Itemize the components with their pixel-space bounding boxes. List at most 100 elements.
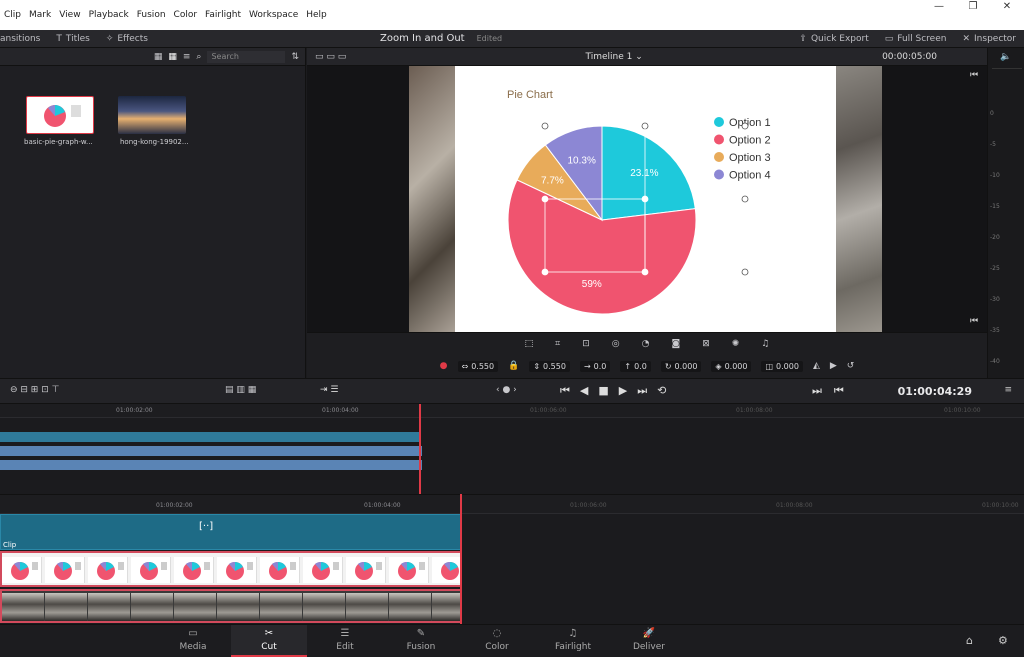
menu-fairlight[interactable]: Fairlight bbox=[201, 10, 245, 20]
titles-label: Titles bbox=[65, 33, 90, 44]
lower-timeline-ruler[interactable]: 01:00:02:00 01:00:04:00 01:00:06:00 01:0… bbox=[0, 494, 1024, 514]
overview-playhead[interactable] bbox=[419, 404, 421, 494]
transform-controls: ● ⇔ 0.550 🔒 ⇕ 0.550 → 0.0 ↑ 0.0 ↻ 0.000 ◈ 0.00… bbox=[307, 354, 987, 378]
zoom-y-field[interactable]: ⇕ 0.550 bbox=[529, 360, 570, 372]
lens-icon[interactable]: ✺ bbox=[732, 339, 740, 349]
dynamic-zoom-icon[interactable]: ⊡ bbox=[582, 339, 590, 349]
menu-mark[interactable]: Mark bbox=[25, 10, 55, 20]
maximize-button[interactable]: ❐ bbox=[956, 0, 990, 14]
overview-clip-bar[interactable] bbox=[0, 432, 420, 442]
menu-clip[interactable]: Clip bbox=[0, 10, 25, 20]
effects-label: Effects bbox=[117, 33, 148, 44]
timeline-view-options-icon[interactable]: ⇥ ☰ bbox=[320, 385, 338, 395]
previous-frame-icon[interactable]: ⏮ bbox=[970, 70, 978, 80]
track-tools-icons[interactable]: ▤ ▥ ▦ bbox=[225, 385, 256, 395]
minimize-button[interactable]: — bbox=[922, 0, 956, 14]
edit-tools-icons[interactable]: ⊖ ⊟ ⊞ ⊡ ⊤ bbox=[10, 385, 59, 395]
filmstrip-frame bbox=[88, 557, 128, 583]
volume-icon[interactable]: 🔈 bbox=[1000, 52, 1011, 62]
crop-icon[interactable]: ⌗ bbox=[555, 339, 560, 349]
menu-view[interactable]: View bbox=[55, 10, 84, 20]
media-clip-hongkong[interactable] bbox=[118, 96, 186, 134]
next-frame-icon[interactable]: ⏮ bbox=[970, 316, 978, 326]
timeline-selector[interactable]: Timeline 1 ⌄ bbox=[586, 52, 643, 62]
viewer-mode-icon[interactable]: ▭ ▭ ▭ bbox=[315, 52, 346, 62]
audio-icon[interactable]: ♫ bbox=[761, 339, 769, 349]
page-fusion[interactable]: ✎ Fusion bbox=[383, 625, 459, 657]
flip-vertical-icon[interactable]: ▶ bbox=[830, 361, 837, 371]
home-icon[interactable]: ⌂ bbox=[966, 634, 973, 647]
jog-control[interactable]: ‹ ● › bbox=[496, 385, 517, 395]
position-x-field[interactable]: → 0.0 bbox=[579, 360, 611, 372]
transform-icon[interactable]: ⬚ bbox=[525, 339, 534, 349]
yaw-field[interactable]: ◫ 0.000 bbox=[761, 360, 803, 372]
adjustment-clip[interactable]: [··] Clip bbox=[0, 514, 462, 550]
media-search-input[interactable]: Search bbox=[207, 50, 286, 63]
page-deliver[interactable]: 🚀 Deliver bbox=[611, 625, 687, 657]
zoom-x-field[interactable]: ⇔ 0.550 bbox=[457, 360, 499, 372]
menu-color[interactable]: Color bbox=[170, 10, 202, 20]
stabilize-icon[interactable]: ⊠ bbox=[702, 339, 710, 349]
pie-data-label: 10.3% bbox=[568, 155, 596, 166]
legend-label: Option 3 bbox=[729, 152, 771, 164]
effects-button[interactable]: ✧ Effects bbox=[98, 34, 156, 44]
transitions-button[interactable]: ansitions bbox=[0, 34, 48, 44]
pitch-field[interactable]: ◈ 0.000 bbox=[711, 360, 752, 372]
settings-gear-icon[interactable]: ⚙ bbox=[998, 634, 1008, 647]
ruler-top-label: 01:00:04:00 bbox=[322, 407, 359, 414]
mark-controls[interactable]: ⏭⏮ bbox=[812, 384, 856, 398]
meter-tick-label: -15 bbox=[990, 203, 1000, 210]
overview-clip-bar[interactable] bbox=[0, 446, 422, 456]
full-screen-button[interactable]: ▭ Full Screen bbox=[877, 34, 955, 44]
close-button[interactable]: ✕ bbox=[990, 0, 1024, 14]
menu-fusion[interactable]: Fusion bbox=[133, 10, 170, 20]
grid-view-icon[interactable]: ▦ bbox=[168, 52, 177, 62]
sort-icon[interactable]: ⇅ bbox=[291, 52, 299, 62]
timeline-playhead[interactable] bbox=[460, 494, 462, 624]
rotation-field[interactable]: ↻ 0.000 bbox=[660, 360, 702, 372]
ruler-bottom-label: 01:00:02:00 bbox=[156, 502, 193, 509]
fusion-page-icon: ✎ bbox=[416, 628, 426, 639]
flip-horizontal-icon[interactable]: ◭ bbox=[813, 361, 820, 371]
lock-icon[interactable]: 🔒 bbox=[508, 361, 519, 371]
media-clip-pie[interactable] bbox=[26, 96, 94, 134]
legend-label: Option 2 bbox=[729, 135, 771, 147]
titles-button[interactable]: T Titles bbox=[48, 34, 97, 44]
hongkong-video-clip[interactable] bbox=[0, 589, 462, 623]
page-cut-label: Cut bbox=[261, 642, 277, 652]
filmstrip-frame bbox=[131, 557, 171, 583]
edit-page-icon: ☰ bbox=[340, 628, 350, 639]
timeline-name: Timeline 1 bbox=[585, 51, 633, 62]
inspector-button[interactable]: ✕ Inspector bbox=[954, 34, 1024, 44]
media-page-icon: ▭ bbox=[188, 628, 198, 639]
camera-icon[interactable]: ◙ bbox=[671, 339, 680, 349]
page-fairlight[interactable]: ♫ Fairlight bbox=[535, 625, 611, 657]
menu-playback[interactable]: Playback bbox=[85, 10, 133, 20]
record-icon[interactable]: ● bbox=[440, 361, 448, 371]
upper-timeline-ruler[interactable]: 01:00:02:00 01:00:04:00 01:00:06:00 01:0… bbox=[0, 404, 1024, 418]
detail-view-icon[interactable]: ≡ bbox=[183, 52, 191, 62]
composite-icon[interactable]: ◎ bbox=[612, 339, 620, 349]
ruler-top-label: 01:00:02:00 bbox=[116, 407, 153, 414]
quick-export-button[interactable]: ⇪ Quick Export bbox=[791, 34, 876, 44]
position-y-field[interactable]: ↑ 0.0 bbox=[620, 360, 651, 372]
filmstrip-frame bbox=[217, 557, 257, 583]
timeline-menu-icon[interactable]: ≡ bbox=[1004, 385, 1012, 395]
page-color[interactable]: ◌ Color bbox=[459, 625, 535, 657]
menu-workspace[interactable]: Workspace bbox=[245, 10, 302, 20]
page-cut[interactable]: ✂ Cut bbox=[231, 625, 307, 657]
pie-chart-video-clip[interactable] bbox=[0, 551, 462, 587]
pie-chart-frame[interactable]: Pie Chart 23.1% 59% 7.7% 10.3% Option 1 Opti… bbox=[455, 66, 836, 332]
reset-icon[interactable]: ↺ bbox=[847, 361, 855, 371]
page-edit[interactable]: ☰ Edit bbox=[307, 625, 383, 657]
clip-center-icon: [··] bbox=[199, 521, 214, 532]
overview-clip-bar[interactable] bbox=[0, 460, 422, 470]
speed-icon[interactable]: ◔ bbox=[642, 339, 650, 349]
filmstrip-frame bbox=[88, 593, 130, 621]
menu-help[interactable]: Help bbox=[302, 10, 331, 20]
page-media[interactable]: ▭ Media bbox=[155, 625, 231, 657]
transport-controls[interactable]: ⏮◀■▶⏭⟲ bbox=[560, 384, 676, 398]
position-x-value: 0.0 bbox=[593, 361, 607, 371]
legend-swatch bbox=[714, 169, 724, 180]
list-view-icon[interactable]: ▦ bbox=[154, 52, 163, 62]
